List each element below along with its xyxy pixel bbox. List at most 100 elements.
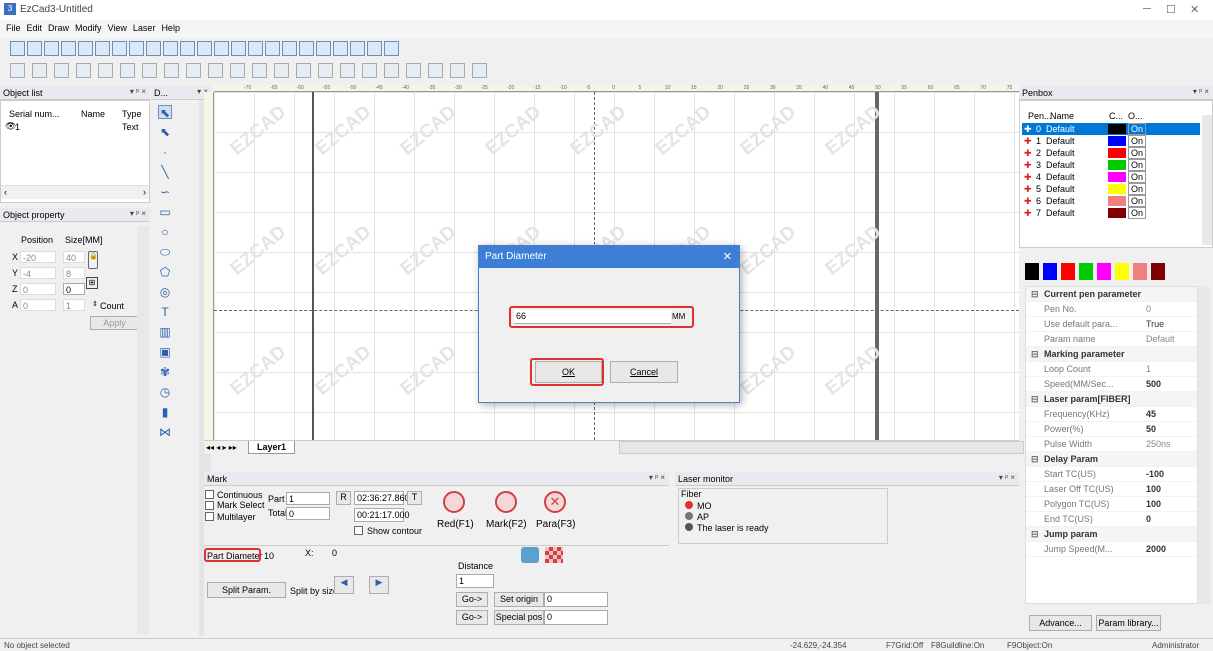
distance-input[interactable]: 1 <box>456 574 494 588</box>
pen-color[interactable] <box>1108 196 1126 206</box>
dialog-close-icon[interactable]: ✕ <box>723 250 732 263</box>
hatch-icon[interactable] <box>296 63 311 78</box>
param-row[interactable]: Param name Default <box>1026 332 1197 347</box>
pen-color[interactable] <box>1108 160 1126 170</box>
grid-anchor-icon[interactable]: ⊞ <box>86 277 98 289</box>
pen-color[interactable] <box>1108 148 1126 158</box>
preview-icon[interactable] <box>265 41 280 56</box>
param-row[interactable]: Speed(MM/Sec... 500 <box>1026 377 1197 392</box>
object-serial[interactable]: 1 <box>15 122 20 132</box>
pen-row[interactable]: ✚ 0 Default On <box>1022 123 1200 135</box>
pen-row[interactable]: ✚ 7 Default On <box>1022 207 1200 219</box>
param-row[interactable]: Pen No. 0 <box>1026 302 1197 317</box>
param-row[interactable]: Power(%) 50 <box>1026 422 1197 437</box>
prev-arrow-icon[interactable]: ◀ <box>334 576 354 594</box>
mirror-v-icon[interactable] <box>230 63 245 78</box>
zoom-plus-icon[interactable] <box>350 41 365 56</box>
tab-nav-icon[interactable]: ◂◂ ◂ ▸ ▸▸ <box>206 443 237 452</box>
spacing-icon[interactable] <box>406 63 421 78</box>
polygon-icon[interactable]: ⬠ <box>158 265 172 279</box>
mark-select-checkbox[interactable] <box>205 501 214 510</box>
go-special-button[interactable]: Go-> <box>456 610 488 625</box>
menu-file[interactable]: File <box>3 20 24 36</box>
grid-status[interactable]: F7Grid:Off <box>886 641 923 650</box>
spiral-icon[interactable]: ◎ <box>158 285 172 299</box>
pen-color[interactable] <box>1108 208 1126 218</box>
pen-on-status[interactable]: On <box>1128 123 1147 135</box>
set-origin-button[interactable]: Set origin <box>494 592 544 607</box>
menu-view[interactable]: View <box>105 20 130 36</box>
guideline-status[interactable]: F8Guildline:On <box>931 641 984 650</box>
pen-on-status[interactable]: On <box>1128 135 1147 147</box>
align-bottom-icon[interactable] <box>384 63 399 78</box>
color-swatch[interactable] <box>1133 263 1147 280</box>
size-icon[interactable] <box>428 63 443 78</box>
pen-row[interactable]: ✚ 1 Default On <box>1022 135 1200 147</box>
reset-button[interactable]: R <box>336 491 351 505</box>
menu-help[interactable]: Help <box>158 20 183 36</box>
special-pos-button[interactable]: Special pos <box>494 610 544 625</box>
param-row[interactable]: Loop Count 1 <box>1026 362 1197 377</box>
canvas-horizontal-scrollbar[interactable] <box>619 441 1024 454</box>
undo-icon[interactable] <box>112 41 127 56</box>
mark-f2-label[interactable]: Mark(F2) <box>486 519 527 530</box>
weld-icon[interactable] <box>450 63 465 78</box>
curve-icon[interactable]: ∽ <box>158 185 172 199</box>
param-row[interactable]: Laser Off TC(US) 100 <box>1026 482 1197 497</box>
pattern-icon[interactable] <box>545 547 563 563</box>
go-origin-button[interactable]: Go-> <box>456 592 488 607</box>
rotate-icon[interactable] <box>521 547 539 563</box>
split-param-button[interactable]: Split Param. <box>207 582 286 598</box>
ungroup-icon[interactable] <box>231 41 246 56</box>
time-button[interactable]: T <box>407 491 422 505</box>
cancel-button[interactable]: Cancel <box>610 361 678 383</box>
menu-edit[interactable]: Edit <box>24 20 46 36</box>
pen-on-status[interactable]: On <box>1128 171 1147 183</box>
align-top-icon[interactable] <box>186 63 201 78</box>
color-swatch[interactable] <box>1043 263 1057 280</box>
z-size-input[interactable]: 0 <box>63 283 85 295</box>
properties-icon[interactable] <box>248 41 263 56</box>
mark-icon[interactable] <box>495 491 517 513</box>
spinner-icon[interactable]: ⇕ <box>92 300 98 308</box>
save-icon[interactable] <box>44 41 59 56</box>
continuous-checkbox[interactable] <box>205 490 214 499</box>
bitmap-icon[interactable]: ▣ <box>158 345 172 359</box>
pen-color[interactable] <box>1108 184 1126 194</box>
pen-list-scrollbar[interactable] <box>1202 115 1212 245</box>
a-size-input[interactable]: 1 <box>63 299 85 311</box>
advance-button[interactable]: Advance... <box>1029 615 1092 631</box>
red-light-icon[interactable] <box>443 491 465 513</box>
node-edit-icon[interactable]: ⬉ <box>158 125 172 139</box>
zoom-in-icon[interactable] <box>180 41 195 56</box>
param-row[interactable]: Start TC(US) -100 <box>1026 467 1197 482</box>
param-library-button[interactable]: Param library... <box>1096 615 1161 631</box>
zoom-all-icon[interactable] <box>299 41 314 56</box>
menu-draw[interactable]: Draw <box>45 20 72 36</box>
collapse-icon[interactable]: ⊟ <box>1031 392 1039 407</box>
collapse-icon[interactable]: ⊟ <box>1031 347 1039 362</box>
color-swatch[interactable] <box>1025 263 1039 280</box>
select-all-icon[interactable] <box>146 41 161 56</box>
zoom-fit-icon[interactable] <box>367 41 382 56</box>
next-arrow-icon[interactable]: ▶ <box>369 576 389 594</box>
layer-icon[interactable] <box>120 63 135 78</box>
extend-axis-icon[interactable]: ⋈ <box>158 425 172 439</box>
new-icon[interactable] <box>10 41 25 56</box>
pen-on-status[interactable]: On <box>1128 183 1147 195</box>
param-row[interactable]: Jump Speed(M... 2000 <box>1026 542 1197 557</box>
param-scrollbar[interactable] <box>1198 286 1210 604</box>
menu-laser[interactable]: Laser <box>130 20 159 36</box>
para-f3-label[interactable]: Para(F3) <box>536 519 575 530</box>
mirror-h-icon[interactable] <box>208 63 223 78</box>
collapse-icon[interactable]: ⊟ <box>1031 452 1039 467</box>
line-icon[interactable]: ╲ <box>158 165 172 179</box>
param-row[interactable]: Use default para... True <box>1026 317 1197 332</box>
vector-icon[interactable]: ✾ <box>158 365 172 379</box>
cut-icon[interactable] <box>61 41 76 56</box>
measure-icon[interactable] <box>472 63 487 78</box>
distribute-v-icon[interactable] <box>164 63 179 78</box>
color-swatch[interactable] <box>1079 263 1093 280</box>
pen-row[interactable]: ✚ 4 Default On <box>1022 171 1200 183</box>
pen-color[interactable] <box>1108 172 1126 182</box>
